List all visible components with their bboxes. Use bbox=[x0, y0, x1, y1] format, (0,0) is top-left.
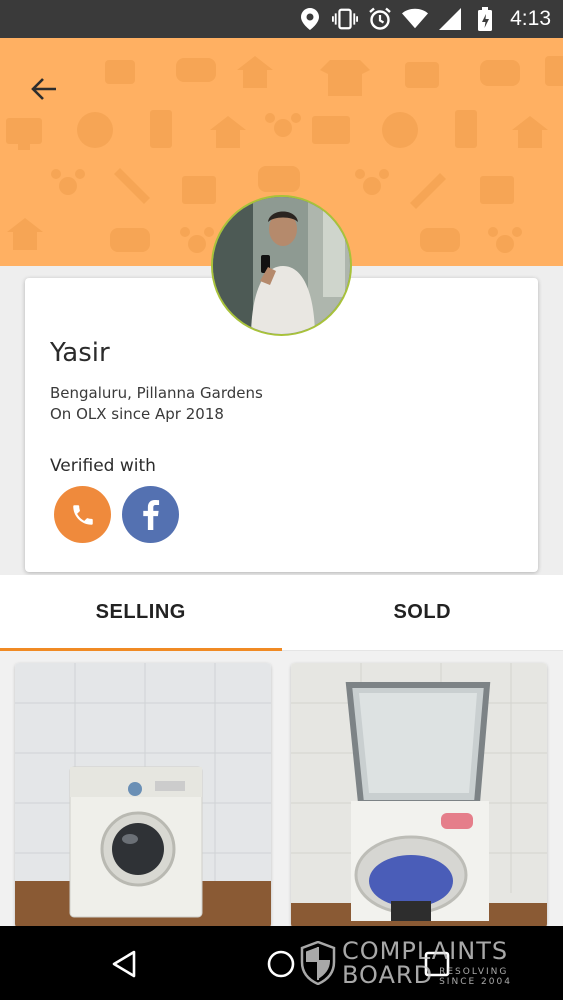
back-button[interactable] bbox=[20, 65, 68, 113]
status-bar: 4:13 bbox=[0, 0, 563, 38]
shield-logo-icon bbox=[300, 941, 336, 985]
arrow-left-icon bbox=[31, 78, 56, 100]
tab-sold[interactable]: SOLD bbox=[282, 575, 563, 650]
facebook-icon bbox=[142, 499, 159, 530]
washing-machine-front-load-image bbox=[15, 663, 271, 928]
vibrate-icon bbox=[332, 7, 359, 31]
watermark-tagline1: RESOLVING bbox=[439, 967, 509, 977]
nav-home-button[interactable] bbox=[261, 944, 301, 984]
watermark-tagline2: SINCE 2004 bbox=[439, 977, 512, 987]
battery-charging-icon bbox=[472, 7, 498, 31]
listings-grid bbox=[0, 651, 563, 928]
nav-back-button[interactable] bbox=[104, 944, 144, 984]
washing-machine-top-load-image bbox=[291, 663, 547, 928]
circle-home-icon bbox=[267, 950, 295, 978]
phone-icon bbox=[72, 504, 93, 525]
user-location: Bengaluru, Pillanna Gardens bbox=[50, 384, 263, 402]
complaints-board-watermark: COMPLAINTS BOARD RESOLVING SINCE 2004 bbox=[300, 934, 530, 992]
avatar bbox=[211, 195, 352, 336]
watermark-line2: BOARD bbox=[342, 961, 434, 989]
tab-bar: SELLING SOLD bbox=[0, 575, 563, 651]
alarm-icon bbox=[367, 7, 393, 31]
location-icon bbox=[297, 7, 323, 31]
listing-card[interactable] bbox=[291, 663, 547, 928]
listing-card[interactable] bbox=[15, 663, 271, 928]
profile-photo bbox=[213, 197, 350, 334]
member-since: On OLX since Apr 2018 bbox=[50, 405, 224, 423]
phone-verified-badge[interactable] bbox=[54, 486, 111, 543]
status-time: 4:13 bbox=[510, 7, 551, 30]
facebook-verified-badge[interactable] bbox=[122, 486, 179, 543]
signal-icon bbox=[437, 7, 463, 31]
wifi-icon bbox=[402, 7, 429, 31]
user-name: Yasir bbox=[50, 338, 110, 368]
tab-selling[interactable]: SELLING bbox=[0, 575, 282, 651]
system-nav-bar: COMPLAINTS BOARD RESOLVING SINCE 2004 bbox=[0, 926, 563, 1000]
watermark-line1: COMPLAINTS bbox=[342, 937, 509, 965]
verified-with-label: Verified with bbox=[50, 456, 156, 476]
triangle-back-icon bbox=[112, 950, 136, 978]
